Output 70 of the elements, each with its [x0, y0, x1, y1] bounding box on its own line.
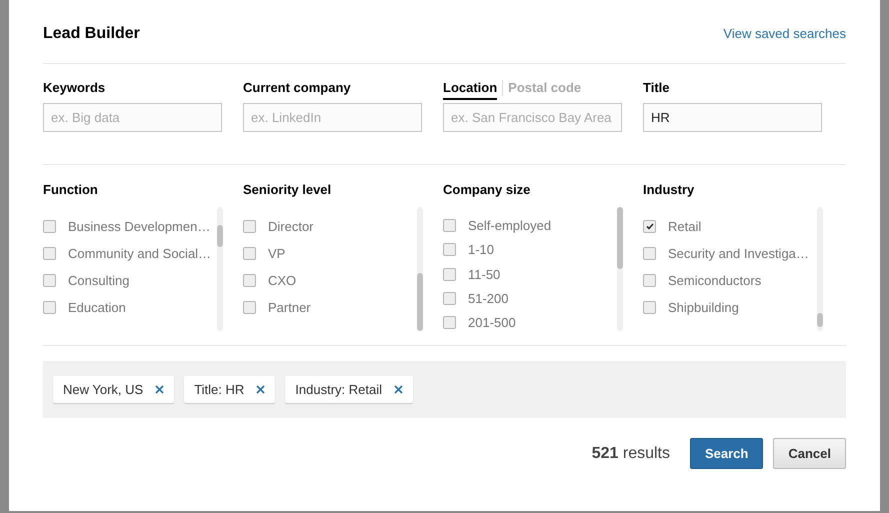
checkbox[interactable]	[643, 220, 656, 233]
checkbox-option[interactable]: Retail	[643, 213, 817, 240]
view-saved-searches-link[interactable]: View saved searches	[723, 26, 846, 41]
checkbox[interactable]	[43, 274, 56, 287]
checkbox-option[interactable]: Security and Investiga…	[643, 240, 817, 267]
results-count: 521 results	[592, 444, 670, 462]
checkbox[interactable]	[443, 268, 456, 281]
filter-tag: Title: HR	[184, 376, 276, 403]
facet-heading: Function	[43, 181, 99, 199]
checkbox-option[interactable]: Shipbuilding	[643, 294, 817, 321]
checkbox[interactable]	[43, 301, 56, 314]
checkbox-option[interactable]: CXO	[243, 267, 417, 294]
checkbox[interactable]	[443, 218, 456, 232]
checkbox-option[interactable]: 11-50	[443, 262, 617, 286]
scrollbar-track[interactable]	[217, 207, 223, 331]
remove-button[interactable]	[394, 385, 403, 394]
checkbox-option[interactable]: 201-500	[443, 310, 617, 336]
scrollbar-thumb[interactable]	[217, 225, 223, 247]
checkbox[interactable]	[243, 220, 256, 233]
close-icon	[256, 385, 266, 394]
input-field[interactable]: ex. San Francisco Bay Area	[443, 103, 622, 132]
field-label: Title	[643, 79, 670, 97]
close-icon	[394, 385, 403, 394]
checkbox-option[interactable]: Partner	[243, 294, 417, 321]
input-field[interactable]: ex. Big data	[43, 103, 222, 132]
checkbox-option[interactable]: Semiconductors	[643, 267, 817, 294]
checkbox-option[interactable]: Education	[43, 294, 217, 321]
checkbox[interactable]	[643, 274, 656, 287]
remove-button[interactable]	[155, 385, 164, 394]
checkbox-option[interactable]: Self-employed	[443, 213, 617, 238]
input-field[interactable]: HR	[643, 103, 822, 132]
checkbox-option[interactable]: Director	[243, 213, 417, 240]
field-tab[interactable]: Postal code	[508, 79, 582, 100]
facet-heading: Seniority level	[243, 181, 332, 199]
search-button[interactable]: Search	[690, 438, 764, 469]
checkbox[interactable]	[643, 247, 656, 260]
field-label: Current company	[243, 79, 352, 97]
field-label: Keywords	[43, 79, 106, 97]
checkbox[interactable]	[43, 247, 56, 260]
checkbox-option[interactable]: Business Developmen…	[43, 213, 217, 240]
input-field[interactable]: ex. LinkedIn	[243, 103, 422, 132]
checkbox[interactable]	[243, 301, 256, 314]
checkbox[interactable]	[243, 274, 256, 287]
close-icon	[155, 385, 164, 394]
facet-heading: Company size	[443, 181, 532, 199]
checkbox-option[interactable]: Community and Social…	[43, 240, 217, 267]
checkbox-option[interactable]: VP	[243, 240, 417, 267]
scrollbar-track[interactable]	[617, 207, 623, 331]
checkbox-option[interactable]: 51-200	[443, 286, 617, 311]
remove-button[interactable]	[256, 385, 266, 394]
checkbox[interactable]	[443, 316, 456, 330]
checkbox[interactable]	[443, 243, 456, 256]
cancel-button[interactable]: Cancel	[773, 438, 846, 469]
checkbox[interactable]	[443, 292, 456, 305]
checkbox-option[interactable]: Consulting	[43, 267, 217, 294]
scrollbar-track[interactable]	[417, 207, 423, 331]
dialog-title: Lead Builder	[43, 24, 140, 42]
filter-tag: New York, US	[53, 376, 174, 403]
scrollbar-thumb[interactable]	[817, 313, 823, 327]
scrollbar-track[interactable]	[817, 207, 823, 331]
scrollbar-thumb[interactable]	[417, 273, 423, 331]
scrollbar-thumb[interactable]	[617, 207, 623, 269]
facet-heading: Industry	[643, 181, 696, 199]
check-icon	[646, 223, 654, 230]
filter-tag: Industry: Retail	[285, 376, 413, 403]
checkbox-option[interactable]: 1-10	[443, 237, 617, 262]
checkbox[interactable]	[43, 220, 56, 233]
checkbox[interactable]	[643, 301, 656, 314]
field-tab[interactable]: Location	[443, 79, 498, 100]
checkbox[interactable]	[243, 247, 256, 260]
